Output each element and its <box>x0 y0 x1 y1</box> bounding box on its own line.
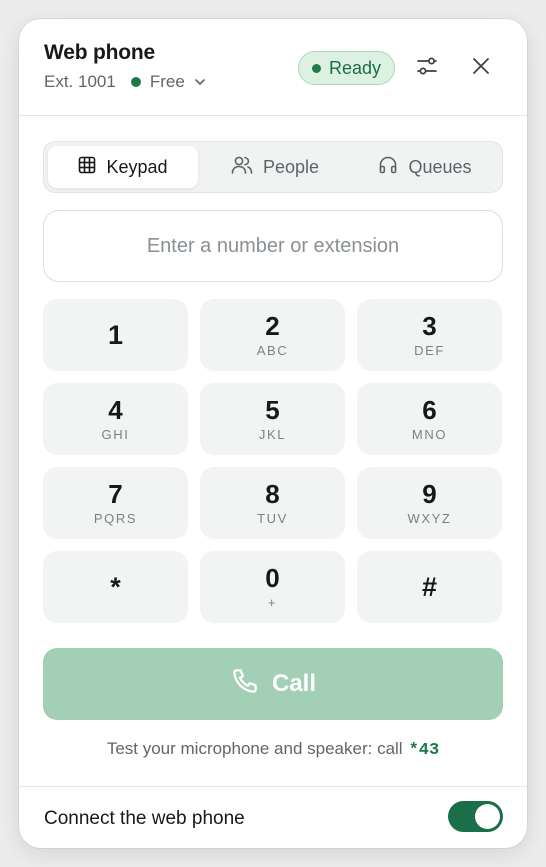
key-digit: 3 <box>422 311 437 341</box>
key-digit: 7 <box>108 479 123 509</box>
tab-queues-label: Queues <box>408 156 472 177</box>
mic-test-hint: Test your microphone and speaker: call *4… <box>19 739 527 760</box>
headphones-icon <box>378 155 398 180</box>
key-digit: 0 <box>265 563 280 593</box>
keypad-key[interactable]: 8 TUV <box>200 467 345 539</box>
call-button-label: Call <box>271 670 316 697</box>
key-letters: MNO <box>411 427 448 442</box>
tab-keypad-label: Keypad <box>106 156 168 177</box>
keypad-key[interactable]: 4 GHI <box>43 383 188 455</box>
number-input[interactable] <box>43 210 503 282</box>
panel-title: Web phone <box>44 41 155 64</box>
connect-toggle[interactable] <box>448 801 503 832</box>
people-icon <box>231 155 253 180</box>
key-digit: 4 <box>108 395 123 425</box>
key-digit: 6 <box>422 395 437 425</box>
key-digit: 8 <box>265 479 280 509</box>
mode-tabs: Keypad People Queues <box>43 141 503 193</box>
status-dot-icon <box>311 63 321 73</box>
status-badge-label: Ready <box>328 57 382 78</box>
key-digit: # <box>421 572 438 602</box>
keypad-key[interactable]: 7 PQRS <box>43 467 188 539</box>
connect-label: Connect the web phone <box>44 808 245 829</box>
key-digit: 9 <box>422 479 437 509</box>
key-letters: TUV <box>257 511 288 526</box>
tab-people[interactable]: People <box>202 146 348 188</box>
panel-header: Web phone Ext. 1001 Free Ready <box>19 19 527 116</box>
key-letters: ABC <box>256 343 289 358</box>
tab-keypad[interactable]: Keypad <box>48 146 198 188</box>
key-letters: JKL <box>258 427 287 442</box>
extension-label: Ext. 1001 <box>44 72 116 91</box>
key-digit: 5 <box>265 395 280 425</box>
mic-test-code[interactable]: *43 <box>409 741 440 760</box>
key-letters: WXYZ <box>407 511 452 526</box>
key-digit: 2 <box>265 311 280 341</box>
key-letters: GHI <box>101 427 130 442</box>
key-letters: + <box>267 595 278 610</box>
sliders-icon <box>416 55 438 82</box>
keypad-key[interactable]: 9 WXYZ <box>357 467 502 539</box>
key-letters: PQRS <box>93 511 138 526</box>
keypad-key[interactable]: 3 DEF <box>357 299 502 371</box>
extension-status-row[interactable]: Ext. 1001 Free <box>44 72 207 92</box>
keypad-key[interactable]: 0 + <box>200 551 345 623</box>
keypad-key[interactable]: * <box>43 551 188 623</box>
tab-people-label: People <box>262 156 320 177</box>
availability-label: Free <box>149 72 185 91</box>
close-button[interactable] <box>464 51 498 85</box>
phone-icon <box>230 666 260 703</box>
key-digit: 1 <box>107 320 124 350</box>
key-letters: DEF <box>414 343 445 358</box>
call-button[interactable]: Call <box>43 648 503 720</box>
connect-row: Connect the web phone <box>19 786 527 848</box>
status-badge: Ready <box>298 51 395 85</box>
mic-test-text: Test your microphone and speaker: call <box>106 739 403 758</box>
keypad-key[interactable]: # <box>357 551 502 623</box>
keypad-key[interactable]: 1 <box>43 299 188 371</box>
chevron-down-icon[interactable] <box>193 75 207 89</box>
settings-button[interactable] <box>410 51 444 85</box>
web-phone-panel: Web phone Ext. 1001 Free Ready Keypad Pe… <box>19 19 527 848</box>
tab-queues[interactable]: Queues <box>350 146 500 188</box>
grid-icon <box>78 156 96 179</box>
toggle-knob <box>475 804 500 829</box>
key-digit: * <box>110 572 121 602</box>
keypad-key[interactable]: 5 JKL <box>200 383 345 455</box>
availability-dot-icon <box>130 77 141 87</box>
keypad-key[interactable]: 2 ABC <box>200 299 345 371</box>
close-icon <box>472 57 490 80</box>
keypad-key[interactable]: 6 MNO <box>357 383 502 455</box>
